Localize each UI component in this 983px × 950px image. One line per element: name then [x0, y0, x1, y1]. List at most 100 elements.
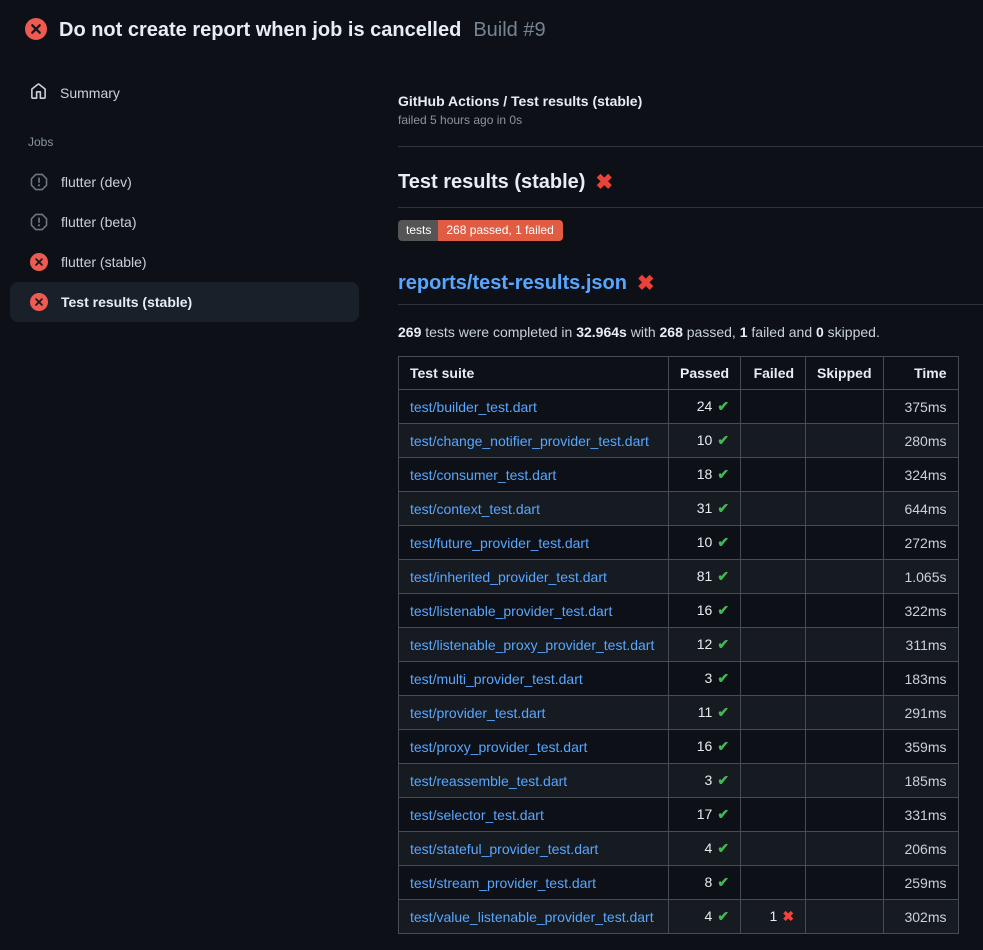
column-header-time: Time: [883, 357, 958, 390]
table-header-row: Test suitePassedFailedSkippedTime: [399, 357, 959, 390]
test-suite-cell: test/listenable_proxy_provider_test.dart: [399, 628, 669, 662]
tests-badge: tests 268 passed, 1 failed: [398, 220, 563, 241]
run-status-line: failed 5 hours ago in 0s: [398, 113, 983, 127]
check-icon: ✔: [717, 772, 729, 788]
table-row: test/multi_provider_test.dart3✔183ms: [399, 662, 959, 696]
test-suite-cell: test/consumer_test.dart: [399, 458, 669, 492]
report-file-link[interactable]: reports/test-results.json: [398, 272, 627, 294]
test-suite-link[interactable]: test/provider_test.dart: [410, 705, 545, 721]
test-suite-link[interactable]: test/context_test.dart: [410, 501, 540, 517]
test-suite-link[interactable]: test/builder_test.dart: [410, 399, 537, 415]
main-content: GitHub Actions / Test results (stable) f…: [398, 56, 983, 934]
time-cell: 291ms: [883, 696, 958, 730]
test-suite-cell: test/context_test.dart: [399, 492, 669, 526]
check-icon: ✔: [717, 500, 729, 516]
failed-cell: [741, 730, 806, 764]
job-label: Test results (stable): [61, 294, 192, 310]
sidebar-item-summary[interactable]: Summary: [0, 76, 398, 110]
failed-cell: [741, 458, 806, 492]
table-row: test/builder_test.dart24✔375ms: [399, 390, 959, 424]
page-title: Do not create report when job is cancell…: [59, 19, 461, 42]
test-suite-link[interactable]: test/value_listenable_provider_test.dart: [410, 909, 654, 925]
column-header-passed: Passed: [669, 357, 741, 390]
failed-cell: [741, 492, 806, 526]
skipped-cell: [806, 424, 883, 458]
skipped-cell: [806, 492, 883, 526]
test-suite-link[interactable]: test/reassemble_test.dart: [410, 773, 567, 789]
check-icon: ✔: [717, 636, 729, 652]
test-suite-link[interactable]: test/stateful_provider_test.dart: [410, 841, 598, 857]
x-circle-icon: [30, 293, 48, 311]
check-icon: ✔: [717, 738, 729, 754]
time-cell: 1.065s: [883, 560, 958, 594]
time-cell: 259ms: [883, 866, 958, 900]
badge-label: tests: [398, 220, 438, 241]
time-cell: 644ms: [883, 492, 958, 526]
failed-cell: [741, 764, 806, 798]
check-icon: ✔: [717, 602, 729, 618]
job-label: flutter (beta): [61, 214, 136, 230]
test-suite-cell: test/selector_test.dart: [399, 798, 669, 832]
test-suite-link[interactable]: test/future_provider_test.dart: [410, 535, 589, 551]
breadcrumb: GitHub Actions / Test results (stable): [398, 93, 983, 109]
table-row: test/stream_provider_test.dart8✔259ms: [399, 866, 959, 900]
column-header-test-suite: Test suite: [399, 357, 669, 390]
sidebar-job-item-flutter-dev[interactable]: flutter (dev): [10, 162, 359, 202]
sidebar-job-item-flutter-stable[interactable]: flutter (stable): [10, 242, 359, 282]
report-title: reports/test-results.json✖: [398, 271, 983, 305]
table-row: test/selector_test.dart17✔331ms: [399, 798, 959, 832]
x-icon: ✖: [782, 908, 794, 924]
table-row: test/listenable_provider_test.dart16✔322…: [399, 594, 959, 628]
test-suite-link[interactable]: test/consumer_test.dart: [410, 467, 556, 483]
failed-cell: 1✖: [741, 900, 806, 934]
check-icon: ✔: [717, 840, 729, 856]
divider: [398, 146, 983, 147]
time-cell: 206ms: [883, 832, 958, 866]
skipped-cell: [806, 458, 883, 492]
test-suite-link[interactable]: test/proxy_provider_test.dart: [410, 739, 587, 755]
badge-value: 268 passed, 1 failed: [438, 220, 562, 241]
failed-cell: [741, 424, 806, 458]
build-number: Build #9: [473, 19, 545, 42]
time-cell: 183ms: [883, 662, 958, 696]
test-suite-link[interactable]: test/multi_provider_test.dart: [410, 671, 583, 687]
time-cell: 302ms: [883, 900, 958, 934]
jobs-section-label: Jobs: [0, 135, 398, 149]
test-suite-link[interactable]: test/inherited_provider_test.dart: [410, 569, 607, 585]
test-suite-link[interactable]: test/listenable_proxy_provider_test.dart: [410, 637, 654, 653]
table-row: test/stateful_provider_test.dart 4✔ 206ms: [399, 832, 959, 866]
test-suite-cell: test/listenable_provider_test.dart: [399, 594, 669, 628]
check-icon: ✔: [717, 908, 729, 924]
failed-x-icon: ✖: [595, 171, 613, 194]
test-suite-link[interactable]: test/change_notifier_provider_test.dart: [410, 433, 649, 449]
passed-cell: 16✔: [669, 594, 741, 628]
test-suite-link[interactable]: test/listenable_provider_test.dart: [410, 603, 612, 619]
passed-cell: 12✔: [669, 628, 741, 662]
check-icon: ✔: [717, 398, 729, 414]
test-suite-cell: test/multi_provider_test.dart: [399, 662, 669, 696]
test-suite-cell: test/future_provider_test.dart: [399, 526, 669, 560]
time-cell: 359ms: [883, 730, 958, 764]
sidebar-summary-label: Summary: [60, 85, 120, 101]
failed-cell: [741, 866, 806, 900]
skipped-cell: [806, 628, 883, 662]
passed-cell: 24✔: [669, 390, 741, 424]
section-title: Test results (stable)✖: [398, 169, 983, 208]
time-cell: 280ms: [883, 424, 958, 458]
check-icon: ✔: [717, 534, 729, 550]
failed-cell: [741, 628, 806, 662]
check-icon: ✔: [717, 466, 729, 482]
x-circle-icon: [25, 18, 47, 43]
table-row: test/reassemble_test.dart3✔185ms: [399, 764, 959, 798]
sidebar-job-item-flutter-beta[interactable]: flutter (beta): [10, 202, 359, 242]
skipped-cell: [806, 764, 883, 798]
test-suite-link[interactable]: test/stream_provider_test.dart: [410, 875, 596, 891]
test-suite-link[interactable]: test/selector_test.dart: [410, 807, 544, 823]
sidebar-job-item-test-results-stable[interactable]: Test results (stable): [10, 282, 359, 322]
table-row: test/consumer_test.dart18✔324ms: [399, 458, 959, 492]
test-suite-cell: test/proxy_provider_test.dart: [399, 730, 669, 764]
job-label: flutter (stable): [61, 254, 147, 270]
stop-icon: [30, 213, 48, 231]
passed-cell: 4✔: [669, 832, 741, 866]
passed-cell: 16✔: [669, 730, 741, 764]
